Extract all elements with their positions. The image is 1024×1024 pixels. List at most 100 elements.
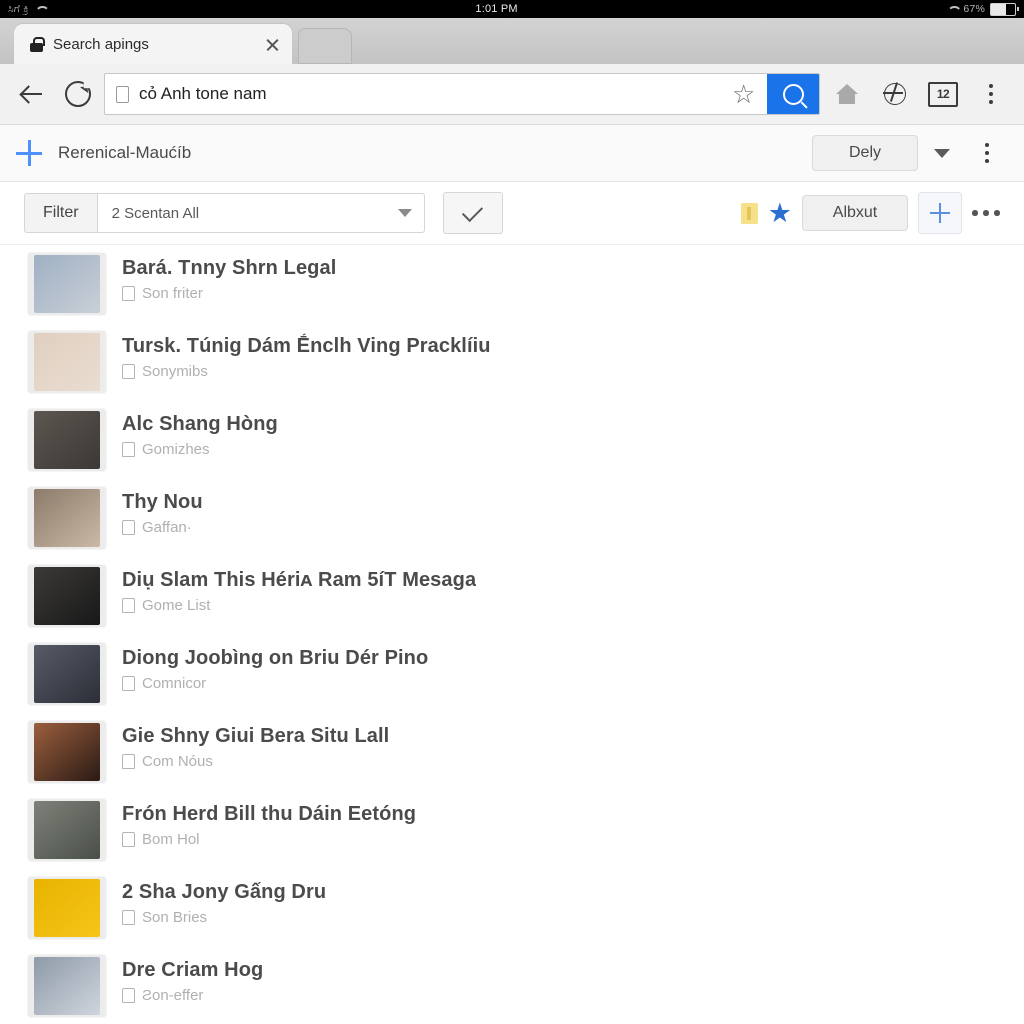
search-icon <box>782 83 804 105</box>
list-item-title[interactable]: Diong Joobìng on Briu Dér Pino <box>122 645 428 671</box>
list-item[interactable]: Tursk. Túnig Dám Ḗnclh Ving Pracklíiu Son… <box>0 323 1024 401</box>
url-input[interactable]: cỏ Anh tone nam <box>139 84 723 104</box>
list-item-subtitle-row: Bom Hol <box>122 831 416 848</box>
thumbnail-image <box>34 411 100 469</box>
list-item-subtitle-row: Son Bries <box>122 909 326 926</box>
back-button[interactable] <box>12 74 52 114</box>
list-item[interactable]: Alc Shang Hòng Gomizhes <box>0 401 1024 479</box>
home-button[interactable] <box>826 73 868 115</box>
status-bar-clock: 1:01 PM <box>475 3 518 15</box>
thumbnail-image <box>34 723 100 781</box>
document-icon <box>122 754 135 769</box>
thumbnail-image <box>34 255 100 313</box>
list-item[interactable]: Gie Shny Giui Bera Situ Lall Com Nóus <box>0 713 1024 791</box>
list-item-title[interactable]: Diụ Slam This Hérіᴀ Ram 5íT Mesaga <box>122 567 476 593</box>
list-item-title[interactable]: Thy Nou <box>122 489 203 515</box>
document-icon <box>122 520 135 535</box>
list-item-text: Alc Shang Hòng Gomizhes <box>122 409 278 458</box>
list-item-text: Frón Herd Bill thu Dáin Eetóng Bom Hol <box>122 799 416 848</box>
results-list: Bará. Tnny Shrn Legal Son friter Tursk. Tú… <box>0 245 1024 1024</box>
browser-tab-title: Search apings <box>53 35 149 53</box>
address-bar[interactable]: cỏ Anh tone nam <box>104 73 820 115</box>
list-item-title[interactable]: Tursk. Túnig Dám Ḗnclh Ving Pracklíiu <box>122 333 491 359</box>
lock-icon <box>30 36 45 52</box>
close-icon[interactable] <box>262 34 282 54</box>
document-icon <box>122 832 135 847</box>
list-item[interactable]: Thy Nou Gaffan· <box>0 479 1024 557</box>
list-item-thumbnail <box>28 253 106 315</box>
ellipsis-horizontal-icon[interactable] <box>972 210 1000 216</box>
list-item-title[interactable]: Gie Shny Giui Bera Situ Lall <box>122 723 389 749</box>
list-item-text: Gie Shny Giui Bera Situ Lall Com Nóus <box>122 721 389 770</box>
app-header: Rerenical-Maućíb Dely <box>0 125 1024 182</box>
confirm-button[interactable] <box>442 192 503 234</box>
status-bar: ಸಿಗೆ ಕ್ರಿ 1:01 PM 67% <box>0 0 1024 18</box>
app-overflow-button[interactable] <box>966 132 1008 174</box>
note-icon[interactable] <box>740 202 758 224</box>
page-info-icon[interactable] <box>105 85 139 103</box>
list-item-subtitle-row: Com Nóus <box>122 753 389 770</box>
thumbnail-image <box>34 801 100 859</box>
plus-icon[interactable] <box>16 140 42 166</box>
about-button[interactable]: Albхut <box>802 195 908 231</box>
tab-switcher-button[interactable]: 12 <box>922 73 964 115</box>
filter-group: Filter 2 Scentan All <box>24 193 425 233</box>
search-go-button[interactable] <box>767 74 819 114</box>
tab-count-badge: 12 <box>928 81 958 107</box>
list-item-title[interactable]: Bará. Tnny Shrn Legal <box>122 255 336 281</box>
list-item-thumbnail <box>28 799 106 861</box>
document-icon <box>122 676 135 691</box>
browser-tab[interactable]: Search apings <box>14 24 292 64</box>
chevron-down-icon <box>397 209 412 217</box>
list-item-text: Bará. Tnny Shrn Legal Son friter <box>122 253 336 302</box>
list-item[interactable]: Dre Criam Hog Ƨon-effer <box>0 947 1024 1024</box>
back-arrow-icon <box>21 83 43 105</box>
signal-icon <box>947 5 958 14</box>
list-item[interactable]: Diụ Slam This Hérіᴀ Ram 5íT Mesaga Gome L… <box>0 557 1024 635</box>
add-button[interactable] <box>918 192 962 234</box>
browser-menu-button[interactable] <box>970 73 1012 115</box>
list-item-title[interactable]: Dre Criam Hog <box>122 957 263 983</box>
list-item[interactable]: Bará. Tnny Shrn Legal Son friter <box>0 245 1024 323</box>
list-item-title[interactable]: Frón Herd Bill thu Dáin Eetóng <box>122 801 416 827</box>
list-item-subtitle: Comnicor <box>142 675 207 692</box>
list-item-subtitle: Son friter <box>142 285 203 302</box>
list-item-subtitle-row: Gomizhes <box>122 441 278 458</box>
status-bar-right: 67% <box>947 2 1019 16</box>
list-item[interactable]: Frón Herd Bill thu Dáin Eetóng Bom Hol <box>0 791 1024 869</box>
list-item-title[interactable]: 2 Sha Jony Gấng Dru <box>122 879 326 905</box>
new-tab-button[interactable] <box>298 28 352 64</box>
thumbnail-image <box>34 567 100 625</box>
list-item-subtitle: Son Bries <box>142 909 208 926</box>
kebab-menu-icon <box>989 84 993 104</box>
filter-button[interactable]: Filter <box>24 193 97 233</box>
list-item[interactable]: Diong Joobìng on Briu Dér Pino Comnicor <box>0 635 1024 713</box>
browser-toolbar: cỏ Anh tone nam 12 <box>0 64 1024 125</box>
list-item-subtitle-row: Gome List <box>122 597 476 614</box>
list-item-subtitle: Com Nóus <box>142 753 213 770</box>
thumbnail-image <box>34 489 100 547</box>
star-filled-icon[interactable]: ★ <box>768 199 792 227</box>
chevron-down-icon[interactable] <box>934 148 950 158</box>
thumbnail-image <box>34 879 100 937</box>
list-item-thumbnail <box>28 721 106 783</box>
reload-button[interactable] <box>58 74 98 114</box>
thumbnail-image <box>34 645 100 703</box>
list-item[interactable]: 2 Sha Jony Gấng Dru Son Bries <box>0 869 1024 947</box>
bookmark-button[interactable] <box>723 74 767 114</box>
document-icon <box>122 988 135 1003</box>
delete-button[interactable]: Dely <box>812 135 918 171</box>
list-item-thumbnail <box>28 643 106 705</box>
filter-select[interactable]: 2 Scentan All <box>96 193 425 233</box>
document-icon <box>122 286 135 301</box>
list-item-text: Thy Nou Gaffan· <box>122 487 203 536</box>
battery-percent-label: 67% <box>963 3 985 15</box>
globe-icon <box>883 83 906 105</box>
globe-button[interactable] <box>874 73 916 115</box>
list-item-title[interactable]: Alc Shang Hòng <box>122 411 278 437</box>
browser-tab-strip: Search apings <box>0 18 1024 64</box>
list-item-thumbnail <box>28 955 106 1017</box>
page-title: Rerenical-Maućíb <box>58 143 192 162</box>
list-item-subtitle: Gaffan· <box>142 519 192 536</box>
thumbnail-image <box>34 333 100 391</box>
